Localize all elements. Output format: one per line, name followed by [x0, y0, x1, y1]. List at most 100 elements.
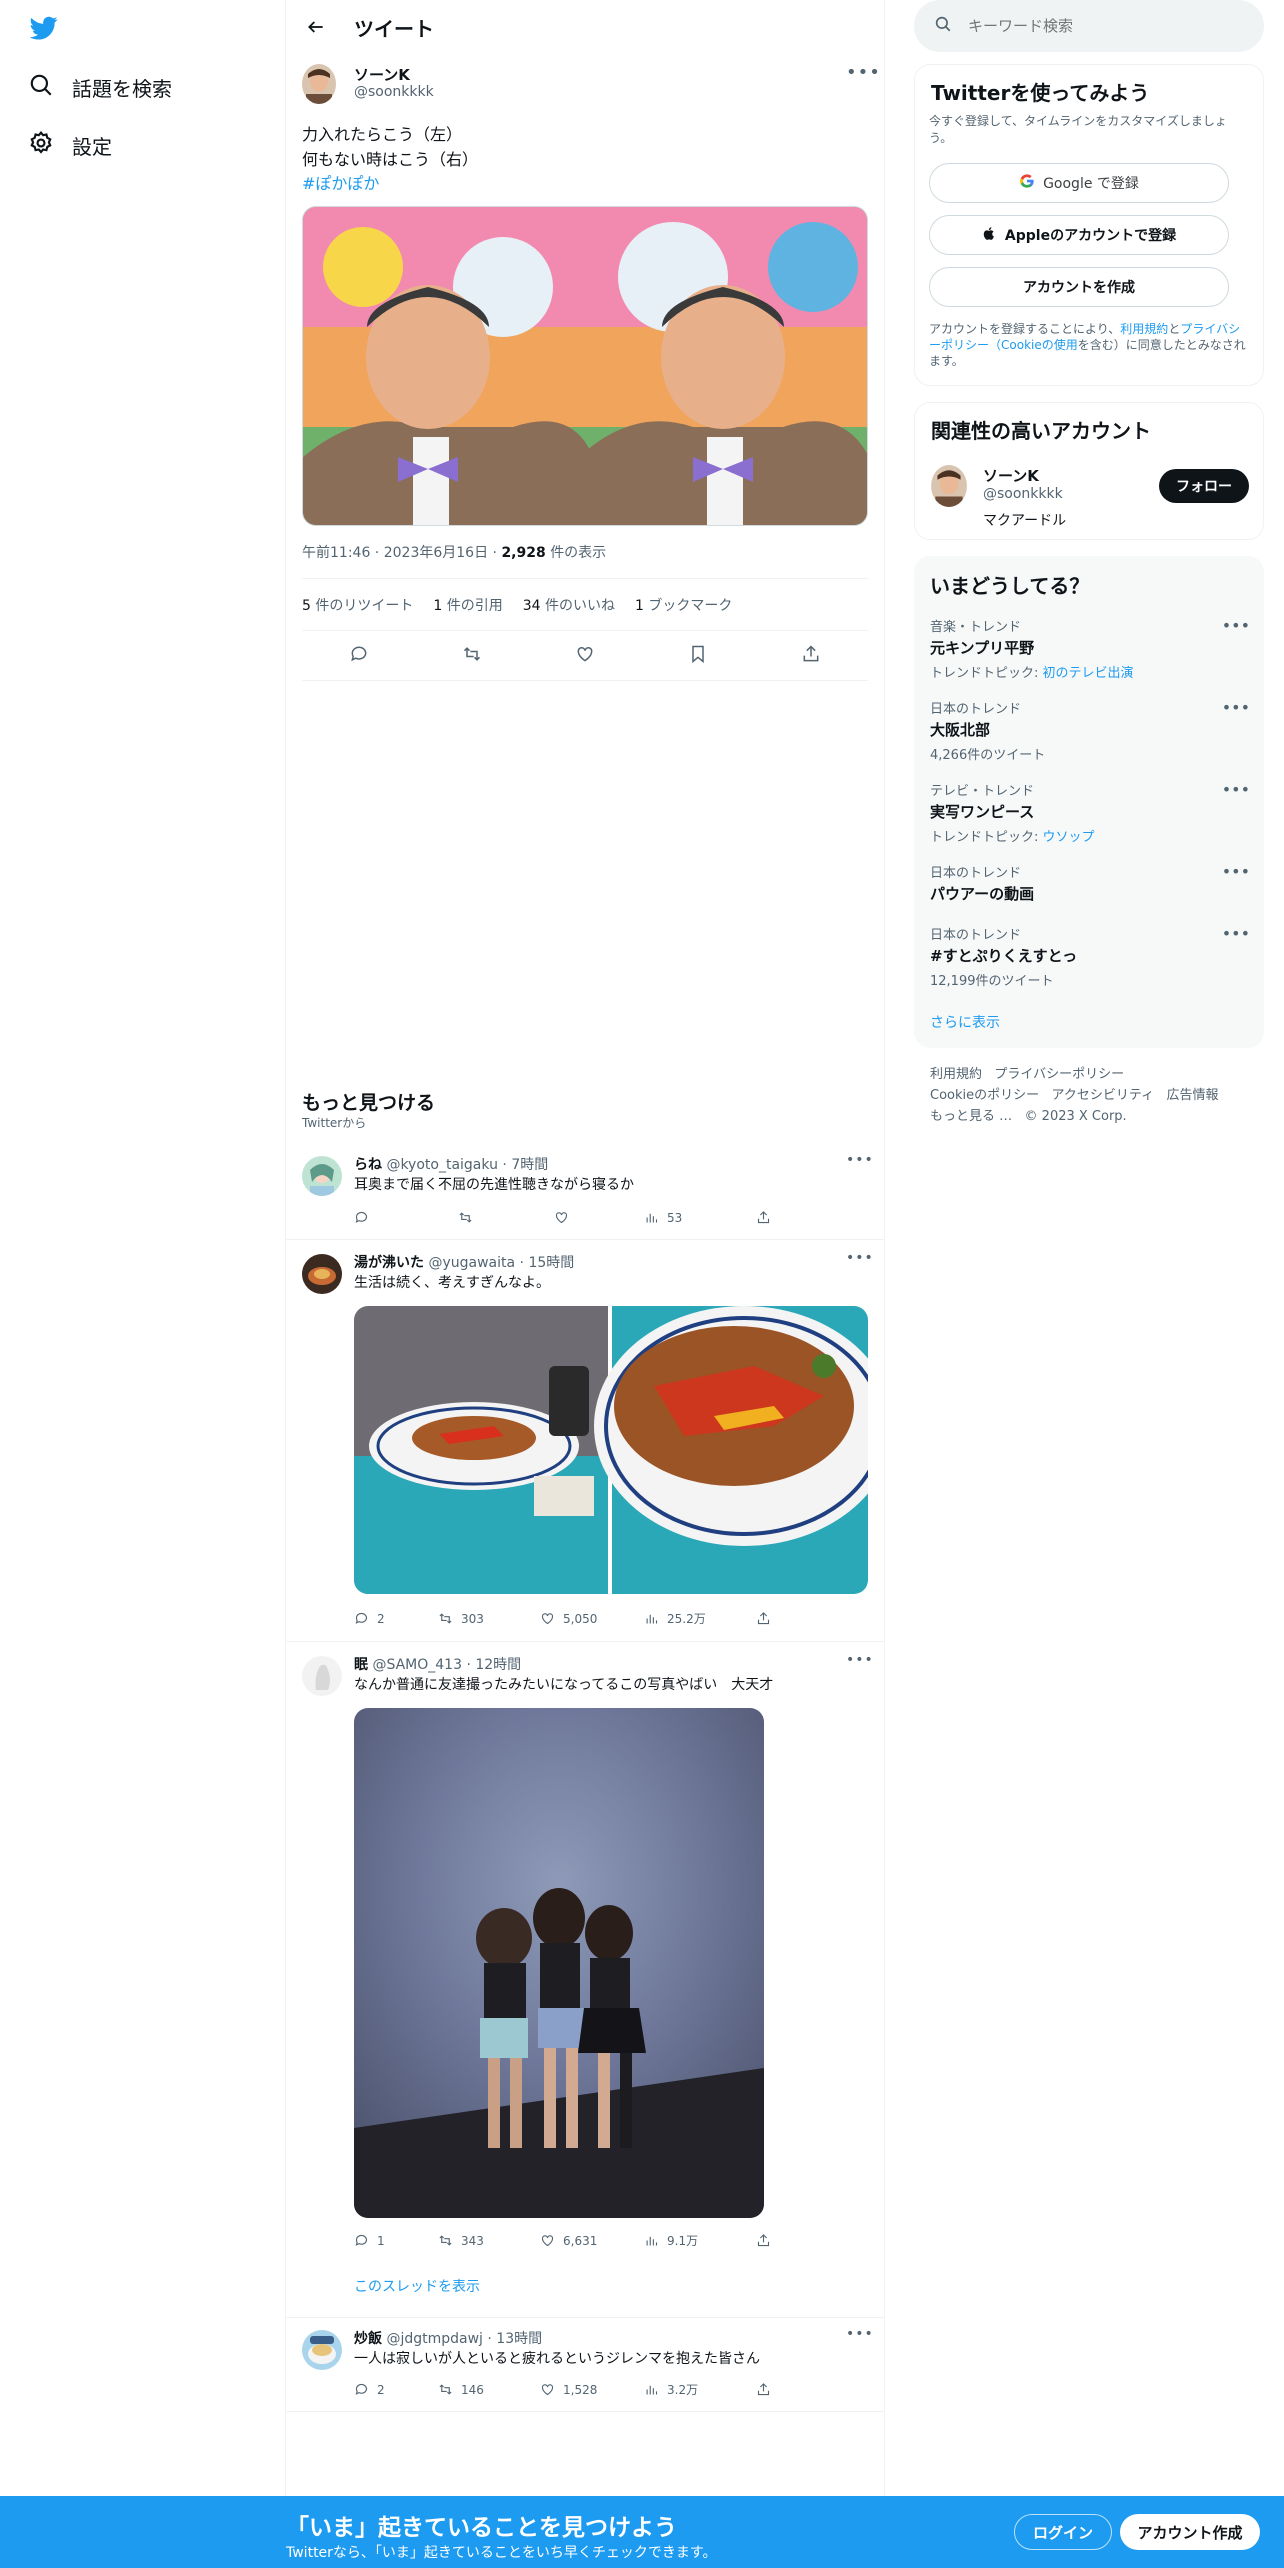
retweet-icon[interactable] [462, 644, 482, 668]
feed-author-handle[interactable]: @kyoto_taigaku [386, 1157, 498, 1173]
related-handle[interactable]: @soonkkkk [983, 486, 1063, 502]
terms-link[interactable]: 利用規約 [1120, 322, 1168, 336]
like-action[interactable]: 6,631 [540, 2232, 644, 2249]
related-name[interactable]: ソーンK [983, 465, 1039, 486]
share-action[interactable] [756, 1610, 836, 1627]
login-button[interactable]: ログイン [1014, 2514, 1112, 2550]
avatar[interactable] [931, 465, 967, 507]
apple-signup-button[interactable]: Appleのアカウントで登録 [929, 215, 1229, 255]
footer-ads-link[interactable]: 広告情報 [1167, 1088, 1219, 1103]
hashtag-link[interactable]: #ぽかぽか [302, 171, 379, 196]
bookmarks-stat[interactable]: 1 ブックマーク [635, 595, 732, 615]
feed-author-name[interactable]: 炒飯 [354, 2331, 382, 2347]
avatar[interactable] [302, 1656, 342, 1696]
author-avatar[interactable] [302, 64, 336, 104]
back-arrow-icon[interactable] [302, 13, 330, 41]
search-bar[interactable] [914, 0, 1264, 52]
trend-item[interactable]: 日本のトレンド パウアーの動画 ••• [930, 862, 1250, 904]
retweet-action[interactable]: 146 [438, 2381, 540, 2398]
feed-time[interactable]: 7時間 [511, 1157, 548, 1173]
trend-item[interactable]: 日本のトレンド #すとぷりくえすとっ 12,199件のツイート ••• [930, 924, 1250, 989]
more-options-icon[interactable]: ••• [846, 1250, 874, 1266]
signup-button[interactable]: アカウント作成 [1120, 2514, 1260, 2550]
views-action[interactable]: 53 [644, 1210, 756, 1225]
show-thread-link[interactable]: このスレッドを表示 [354, 2276, 480, 2296]
twitter-logo-icon[interactable] [28, 14, 60, 42]
views-action[interactable]: 3.2万 [644, 2381, 756, 2398]
share-action[interactable] [756, 2381, 836, 2398]
retweet-action[interactable]: 343 [438, 2232, 540, 2249]
more-options-icon[interactable]: ••• [846, 2326, 874, 2342]
likes-stat[interactable]: 34 件のいいね [523, 595, 615, 615]
feed-tweet[interactable]: らね @kyoto_taigaku · 7時間 ••• 耳奥まで届く不屈の先進性… [286, 1142, 885, 1240]
share-action[interactable] [756, 1210, 836, 1225]
feed-author-name[interactable]: らね [354, 1157, 382, 1173]
like-action[interactable] [554, 1210, 644, 1225]
footer-more-link[interactable]: もっと見る … [930, 1109, 1012, 1124]
more-options-icon[interactable]: ••• [1222, 862, 1250, 881]
feed-author-handle[interactable]: @jdgtmpdawj [386, 2331, 482, 2347]
reply-action[interactable] [354, 1210, 458, 1225]
author-handle[interactable]: @soonkkkk [354, 84, 434, 100]
more-options-icon[interactable]: ••• [1222, 698, 1250, 717]
google-signup-button[interactable]: Google で登録 [929, 163, 1229, 203]
more-options-icon[interactable]: ••• [1222, 616, 1250, 635]
quotes-stat[interactable]: 1 件の引用 [433, 595, 502, 615]
footer-privacy-link[interactable]: プライバシーポリシー [994, 1067, 1124, 1082]
more-options-icon[interactable]: ••• [846, 62, 881, 83]
feed-author-handle[interactable]: @yugawaita [428, 1255, 515, 1271]
avatar[interactable] [302, 1254, 342, 1294]
trend-item[interactable]: 音楽・トレンド 元キンプリ平野 トレンドトピック: 初のテレビ出演 ••• [930, 616, 1250, 681]
search-input[interactable] [968, 17, 1228, 35]
feed-time[interactable]: 13時間 [496, 2331, 542, 2347]
reply-action[interactable]: 2 [354, 1610, 438, 1627]
like-icon[interactable] [575, 644, 595, 668]
follow-button[interactable]: フォロー [1159, 469, 1249, 503]
nav-settings[interactable]: 設定 [28, 130, 112, 161]
share-icon[interactable] [801, 644, 821, 668]
more-options-icon[interactable]: ••• [1222, 780, 1250, 799]
author-name[interactable]: ソーンK [354, 64, 410, 85]
more-options-icon[interactable]: ••• [846, 1152, 874, 1168]
share-action[interactable] [756, 2232, 836, 2249]
reply-action[interactable]: 1 [354, 2232, 438, 2249]
avatar[interactable] [302, 1156, 342, 1196]
trend-item[interactable]: テレビ・トレンド 実写ワンピース トレンドトピック: ウソップ ••• [930, 780, 1250, 845]
more-options-icon[interactable]: ••• [1222, 924, 1250, 943]
more-options-icon[interactable]: ••• [846, 1652, 874, 1668]
avatar[interactable] [302, 2330, 342, 2370]
trend-item[interactable]: 日本のトレンド 大阪北部 4,266件のツイート ••• [930, 698, 1250, 763]
tweet-time[interactable]: 午前11:46 [302, 545, 370, 561]
views-action[interactable]: 25.2万 [644, 1610, 756, 1627]
footer-accessibility-link[interactable]: アクセシビリティ [1052, 1088, 1155, 1103]
tweet-date[interactable]: 2023年6月16日 [384, 545, 488, 561]
feed-author-name[interactable]: 湯が沸いた [354, 1255, 424, 1271]
footer-cookie-link[interactable]: Cookieのポリシー [930, 1088, 1039, 1103]
footer-terms-link[interactable]: 利用規約 [930, 1067, 982, 1082]
feed-tweet[interactable]: 眠 @SAMO_413 · 12時間 ••• なんか普通に友達撮ったみたいになっ… [286, 1642, 885, 2318]
reply-action[interactable]: 2 [354, 2381, 438, 2398]
create-account-button[interactable]: アカウントを作成 [929, 267, 1229, 307]
like-action[interactable]: 1,528 [540, 2381, 644, 2398]
retweet-action[interactable]: 303 [438, 1610, 540, 1627]
feed-tweet[interactable]: 湯が沸いた @yugawaita · 15時間 ••• 生活は続く、考えすぎんな… [286, 1240, 885, 1642]
feed-author-name[interactable]: 眠 [354, 1657, 368, 1673]
reply-icon[interactable] [349, 644, 369, 668]
tweet-photo[interactable] [302, 206, 868, 526]
feed-photo[interactable] [354, 1708, 764, 2218]
trend-topic-link[interactable]: ウソップ [1043, 830, 1095, 845]
feed-time[interactable]: 12時間 [475, 1657, 521, 1673]
views-action[interactable]: 9.1万 [644, 2232, 756, 2249]
feed-time[interactable]: 15時間 [528, 1255, 574, 1271]
feed-tweet[interactable]: 炒飯 @jdgtmpdawj · 13時間 ••• 一人は寂しいが人といると疲れ… [286, 2318, 885, 2412]
cookie-link[interactable]: （Cookieの使用 [989, 338, 1078, 352]
bookmark-icon[interactable] [688, 644, 708, 668]
feed-photo-grid[interactable] [354, 1306, 868, 1594]
nav-explore[interactable]: 話題を検索 [28, 72, 172, 103]
like-action[interactable]: 5,050 [540, 1610, 644, 1627]
retweet-action[interactable] [458, 1210, 554, 1225]
feed-author-handle[interactable]: @SAMO_413 [372, 1657, 462, 1673]
trend-topic-link[interactable]: 初のテレビ出演 [1043, 666, 1134, 681]
show-more-link[interactable]: さらに表示 [930, 1012, 1000, 1032]
retweets-stat[interactable]: 5 件のリツイート [302, 595, 413, 615]
